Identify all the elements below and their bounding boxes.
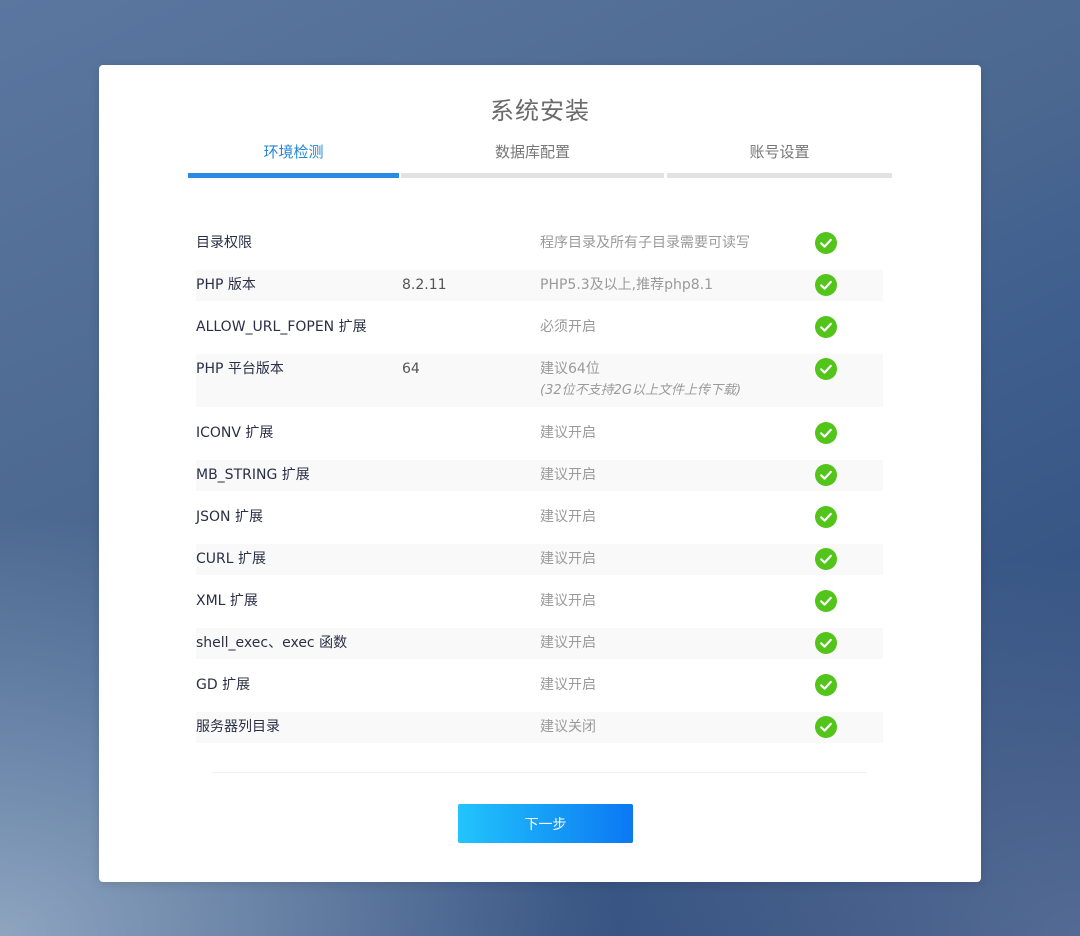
requirement-text: 建议开启 (540, 425, 596, 441)
check-circle-icon (815, 674, 837, 696)
check-circle-icon (815, 316, 837, 338)
requirement-text: 建议64位 (540, 361, 600, 377)
requirement-text: 建议开启 (540, 677, 596, 693)
requirement-text: 建议开启 (540, 509, 596, 525)
check-requirement: 建议开启 (540, 509, 596, 526)
requirement-text: 建议关闭 (540, 719, 596, 735)
table-row: 目录权限 程序目录及所有子目录需要可读写 (196, 228, 883, 259)
step-tab-db-config[interactable]: 数据库配置 (401, 143, 664, 179)
step-progress-bar (401, 173, 664, 178)
env-check-table: 目录权限 程序目录及所有子目录需要可读写 PHP 版本 8.2.11 PHP5.… (196, 228, 883, 754)
requirement-text: PHP5.3及以上,推荐php8.1 (540, 277, 714, 293)
check-requirement: 必须开启 (540, 319, 596, 336)
check-requirement: 建议开启 (540, 677, 596, 694)
check-current-value: 8.2.11 (402, 277, 447, 293)
check-name: 服务器列目录 (196, 719, 280, 735)
next-step-button[interactable]: 下一步 (458, 804, 633, 843)
check-circle-icon (815, 590, 837, 612)
check-name: shell_exec、exec 函数 (196, 635, 348, 651)
requirement-text: 建议开启 (540, 593, 596, 609)
requirement-text: 程序目录及所有子目录需要可读写 (540, 235, 750, 251)
check-requirement: 建议64位 (32位不支持2G以上文件上传下载) (540, 361, 741, 399)
step-tab-account[interactable]: 账号设置 (667, 143, 892, 179)
check-circle-icon (815, 274, 837, 296)
check-circle-icon (815, 422, 837, 444)
step-progress-bar (188, 173, 399, 178)
page-title: 系统安装 (490, 97, 590, 125)
check-name: PHP 平台版本 (196, 361, 284, 377)
install-card: 系统安装 环境检测 数据库配置 账号设置 目录权限 程序目录及所有子目录需要可读… (99, 65, 981, 882)
step-label: 账号设置 (749, 143, 810, 161)
check-circle-icon (815, 716, 837, 738)
check-requirement: 建议开启 (540, 551, 596, 568)
step-label: 数据库配置 (494, 143, 570, 161)
step-tabs: 环境检测 数据库配置 账号设置 (99, 143, 981, 183)
check-circle-icon (815, 232, 837, 254)
check-requirement: PHP5.3及以上,推荐php8.1 (540, 277, 713, 294)
table-row: PHP 平台版本 64 建议64位 (32位不支持2G以上文件上传下载) (196, 354, 883, 407)
divider (212, 772, 867, 773)
step-label: 环境检测 (263, 143, 324, 161)
check-circle-icon (815, 548, 837, 570)
check-name: MB_STRING 扩展 (196, 467, 310, 483)
requirement-text: 建议开启 (540, 467, 596, 483)
check-name: ALLOW_URL_FOPEN 扩展 (196, 319, 367, 335)
table-row: 服务器列目录 建议关闭 (196, 712, 883, 743)
check-name: PHP 版本 (196, 277, 256, 293)
check-requirement: 建议开启 (540, 593, 596, 610)
table-row: MB_STRING 扩展 建议开启 (196, 460, 883, 491)
requirement-text: 建议开启 (540, 635, 596, 651)
check-name: CURL 扩展 (196, 551, 266, 567)
check-current-value: 64 (402, 361, 420, 377)
table-row: ALLOW_URL_FOPEN 扩展 必须开启 (196, 312, 883, 343)
check-circle-icon (815, 506, 837, 528)
step-tab-env-check[interactable]: 环境检测 (188, 143, 399, 179)
check-name: JSON 扩展 (196, 509, 263, 525)
table-row: GD 扩展 建议开启 (196, 670, 883, 701)
check-requirement: 建议开启 (540, 425, 596, 442)
table-row: XML 扩展 建议开启 (196, 586, 883, 617)
check-name: 目录权限 (196, 235, 252, 251)
check-name: XML 扩展 (196, 593, 258, 609)
table-row: ICONV 扩展 建议开启 (196, 418, 883, 449)
step-progress-bar (667, 173, 892, 178)
requirement-text: 必须开启 (540, 319, 596, 335)
requirement-note: (32位不支持2G以上文件上传下载) (540, 383, 742, 398)
check-circle-icon (815, 632, 837, 654)
table-row: shell_exec、exec 函数 建议开启 (196, 628, 883, 659)
check-name: ICONV 扩展 (196, 425, 274, 441)
check-requirement: 建议开启 (540, 635, 596, 652)
check-circle-icon (815, 358, 837, 380)
check-requirement: 建议开启 (540, 467, 596, 484)
table-row: PHP 版本 8.2.11 PHP5.3及以上,推荐php8.1 (196, 270, 883, 301)
table-row: JSON 扩展 建议开启 (196, 502, 883, 533)
check-circle-icon (815, 464, 837, 486)
requirement-text: 建议开启 (540, 551, 596, 567)
table-row: CURL 扩展 建议开启 (196, 544, 883, 575)
check-name: GD 扩展 (196, 677, 251, 693)
check-requirement: 程序目录及所有子目录需要可读写 (540, 235, 750, 252)
check-requirement: 建议关闭 (540, 719, 596, 736)
